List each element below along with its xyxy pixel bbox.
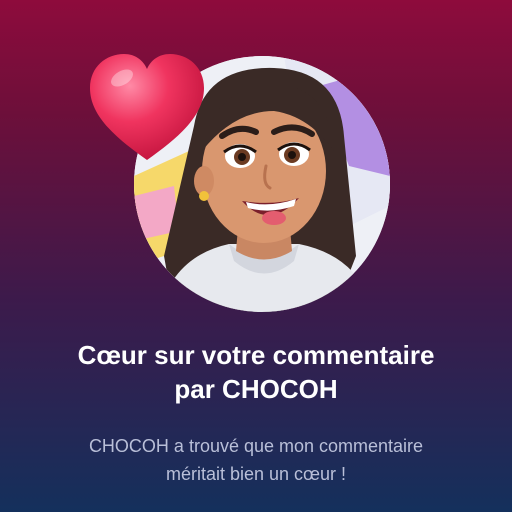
- message-line-2: méritait bien un cœur !: [165, 464, 347, 484]
- title-line-2: par CHOCOH: [174, 374, 338, 404]
- heart-icon: [86, 50, 208, 166]
- title-line-1: Cœur sur votre commentaire: [77, 340, 435, 370]
- message-line-1: CHOCOH a trouvé que mon commentaire: [88, 436, 424, 456]
- notification-message: CHOCOH a trouvé que mon commentaire méri…: [0, 432, 512, 488]
- heart-notification-card: Cœur sur votre commentaire par CHOCOH CH…: [0, 0, 512, 512]
- notification-title: Cœur sur votre commentaire par CHOCOH: [0, 338, 512, 406]
